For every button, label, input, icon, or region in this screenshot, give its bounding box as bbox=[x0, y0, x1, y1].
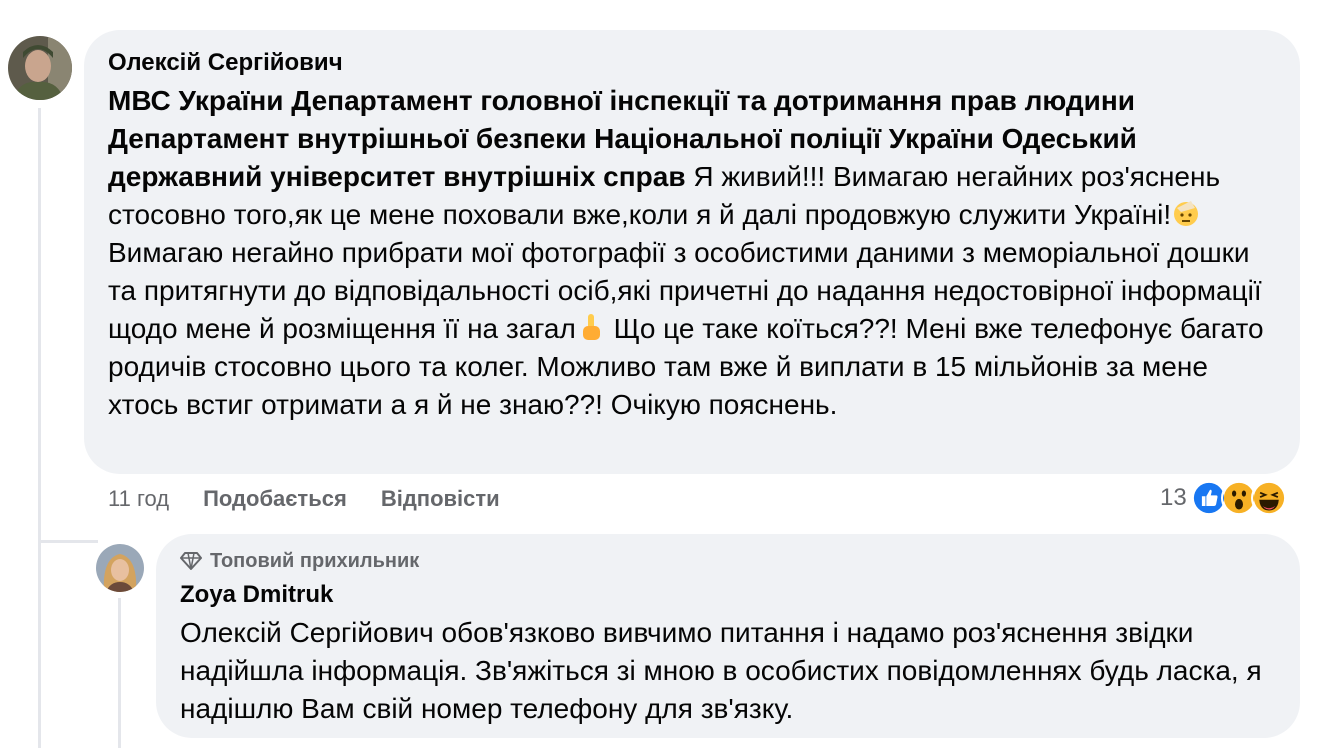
reply-author[interactable]: Zoya Dmitruk bbox=[180, 580, 1276, 610]
reactions-summary[interactable]: 13 bbox=[1160, 480, 1287, 516]
comment-author[interactable]: Олексій Сергійович bbox=[108, 48, 1276, 78]
thread-line-branch bbox=[38, 540, 98, 543]
reply-button[interactable]: Відповісти bbox=[381, 486, 500, 512]
comment-actions: 11 год Подобається Відповісти bbox=[108, 486, 500, 512]
reaction-count: 13 bbox=[1160, 484, 1187, 511]
reply-bubble: Топовий прихильник Zoya Dmitruk Олексій … bbox=[156, 534, 1300, 738]
reply-body: Олексій Сергійович обов'язково вивчимо п… bbox=[180, 617, 1262, 724]
top-fan-badge: Топовий прихильник bbox=[180, 548, 1276, 574]
salute-emoji-icon bbox=[1174, 201, 1199, 226]
comment-bubble: Олексій Сергійович МВС України Департаме… bbox=[84, 30, 1300, 474]
thread-line-main bbox=[38, 108, 41, 748]
top-fan-label: Топовий прихильник bbox=[210, 550, 420, 572]
like-button[interactable]: Подобається bbox=[203, 486, 347, 512]
comment-timestamp[interactable]: 11 год bbox=[108, 486, 169, 512]
pointing-up-emoji-icon bbox=[582, 314, 600, 340]
reply-author-avatar[interactable] bbox=[96, 544, 144, 592]
thread-line-reply bbox=[118, 598, 121, 748]
haha-icon bbox=[1250, 480, 1287, 516]
avatar-photo-icon bbox=[96, 544, 144, 592]
commenter-avatar[interactable] bbox=[8, 36, 72, 100]
comment-body: МВС України Департамент головної інспекц… bbox=[108, 82, 1276, 424]
avatar-photo-icon bbox=[8, 36, 72, 100]
diamond-icon bbox=[180, 552, 202, 570]
